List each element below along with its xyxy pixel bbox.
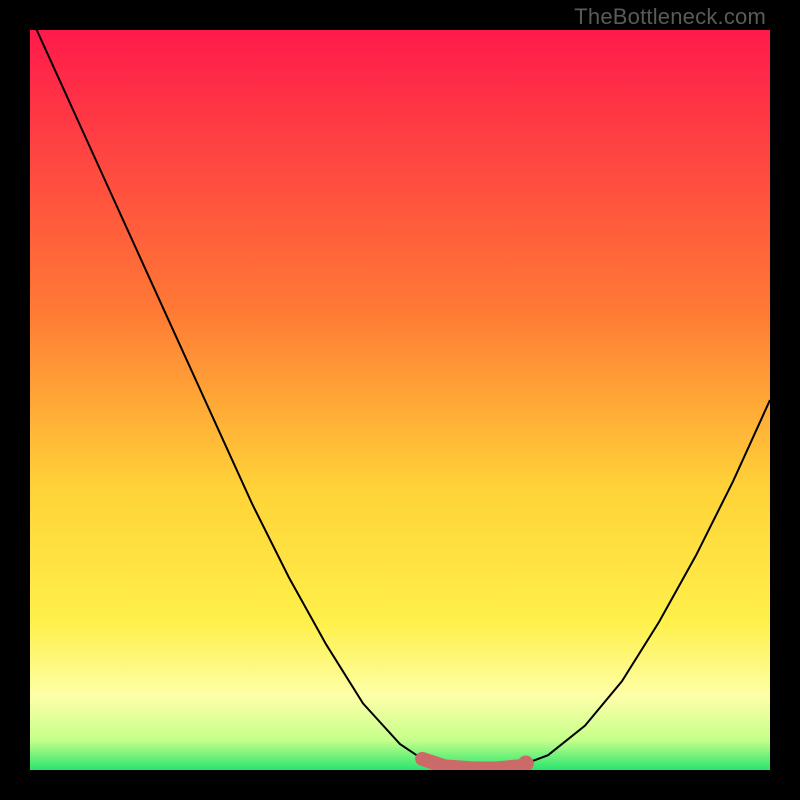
chart-frame: TheBottleneck.com bbox=[0, 0, 800, 800]
optimal-region-marker bbox=[422, 759, 518, 769]
watermark-text: TheBottleneck.com bbox=[574, 4, 766, 30]
bottleneck-curve bbox=[30, 30, 770, 770]
end-marker-dot bbox=[518, 756, 534, 771]
plot-area bbox=[30, 30, 770, 770]
